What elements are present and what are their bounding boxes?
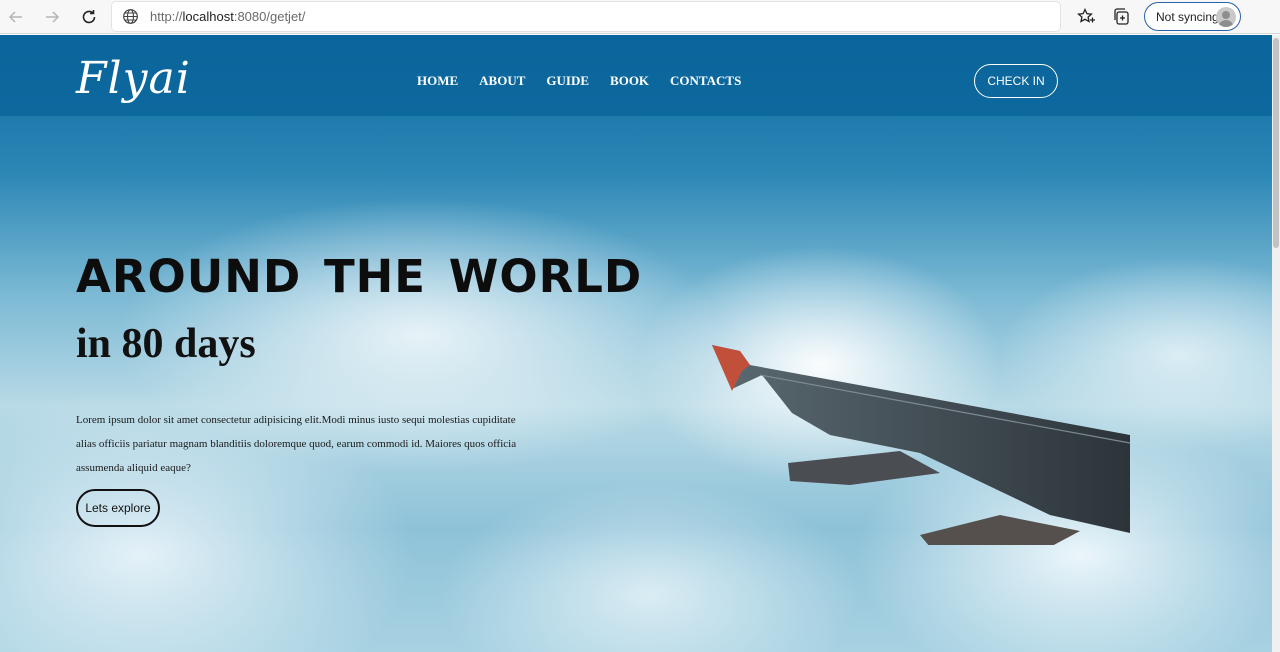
back-button[interactable] — [4, 5, 28, 29]
hero-text-line: assumenda aliquid eaque? — [76, 462, 191, 474]
profile-button[interactable]: Not syncing — [1144, 2, 1241, 31]
check-in-button[interactable]: CHECK IN — [974, 64, 1058, 98]
nav-about[interactable]: ABOUT — [479, 73, 525, 89]
person-icon — [1216, 7, 1236, 27]
airplane-wing-image — [712, 345, 1131, 545]
nav-guide[interactable]: GUIDE — [546, 73, 589, 89]
reload-icon — [82, 10, 96, 24]
hero-section: Flyai HOME ABOUT GUIDE BOOK CONTACTS CHE… — [0, 35, 1272, 652]
reload-button[interactable] — [77, 5, 101, 29]
arrow-right-icon — [46, 11, 60, 23]
collections-button[interactable] — [1110, 5, 1134, 29]
star-icon — [1077, 7, 1095, 23]
collections-icon — [1114, 8, 1129, 25]
url-host: localhost — [182, 9, 234, 24]
favorites-button[interactable] — [1074, 5, 1098, 29]
arrow-left-icon — [8, 11, 22, 23]
hero-text-line: alias officiis pariatur magnam blanditii… — [76, 438, 517, 450]
url-scheme: http:// — [150, 9, 183, 24]
site-logo[interactable]: Flyai — [76, 53, 191, 105]
profile-label: Not syncing — [1156, 10, 1219, 24]
main-nav: HOME ABOUT GUIDE BOOK CONTACTS — [417, 73, 762, 89]
site-header: Flyai HOME ABOUT GUIDE BOOK CONTACTS CHE… — [0, 35, 1272, 116]
page-scrollbar[interactable] — [1272, 35, 1280, 652]
scrollbar-thumb[interactable] — [1273, 38, 1279, 248]
url-path: :8080/getjet/ — [233, 9, 306, 24]
hero-description: Lorem ipsum dolor sit amet consectetur a… — [76, 408, 538, 480]
address-bar[interactable]: http://localhost:8080/getjet/ — [112, 2, 1060, 31]
globe-icon[interactable] — [122, 8, 139, 25]
nav-book[interactable]: BOOK — [610, 73, 649, 89]
lets-explore-button[interactable]: Lets explore — [76, 489, 160, 527]
hero-title: AROUND THE WORLD — [76, 250, 643, 303]
forward-button[interactable] — [40, 5, 64, 29]
browser-toolbar: http://localhost:8080/getjet/ Not syncin… — [0, 0, 1280, 34]
nav-home[interactable]: HOME — [417, 73, 458, 89]
hero-subtitle: in 80 days — [76, 321, 256, 367]
hero-text-line: Lorem ipsum dolor sit amet consectetur a… — [76, 414, 516, 426]
nav-contacts[interactable]: CONTACTS — [670, 73, 741, 89]
url-text[interactable]: http://localhost:8080/getjet/ — [150, 9, 305, 24]
